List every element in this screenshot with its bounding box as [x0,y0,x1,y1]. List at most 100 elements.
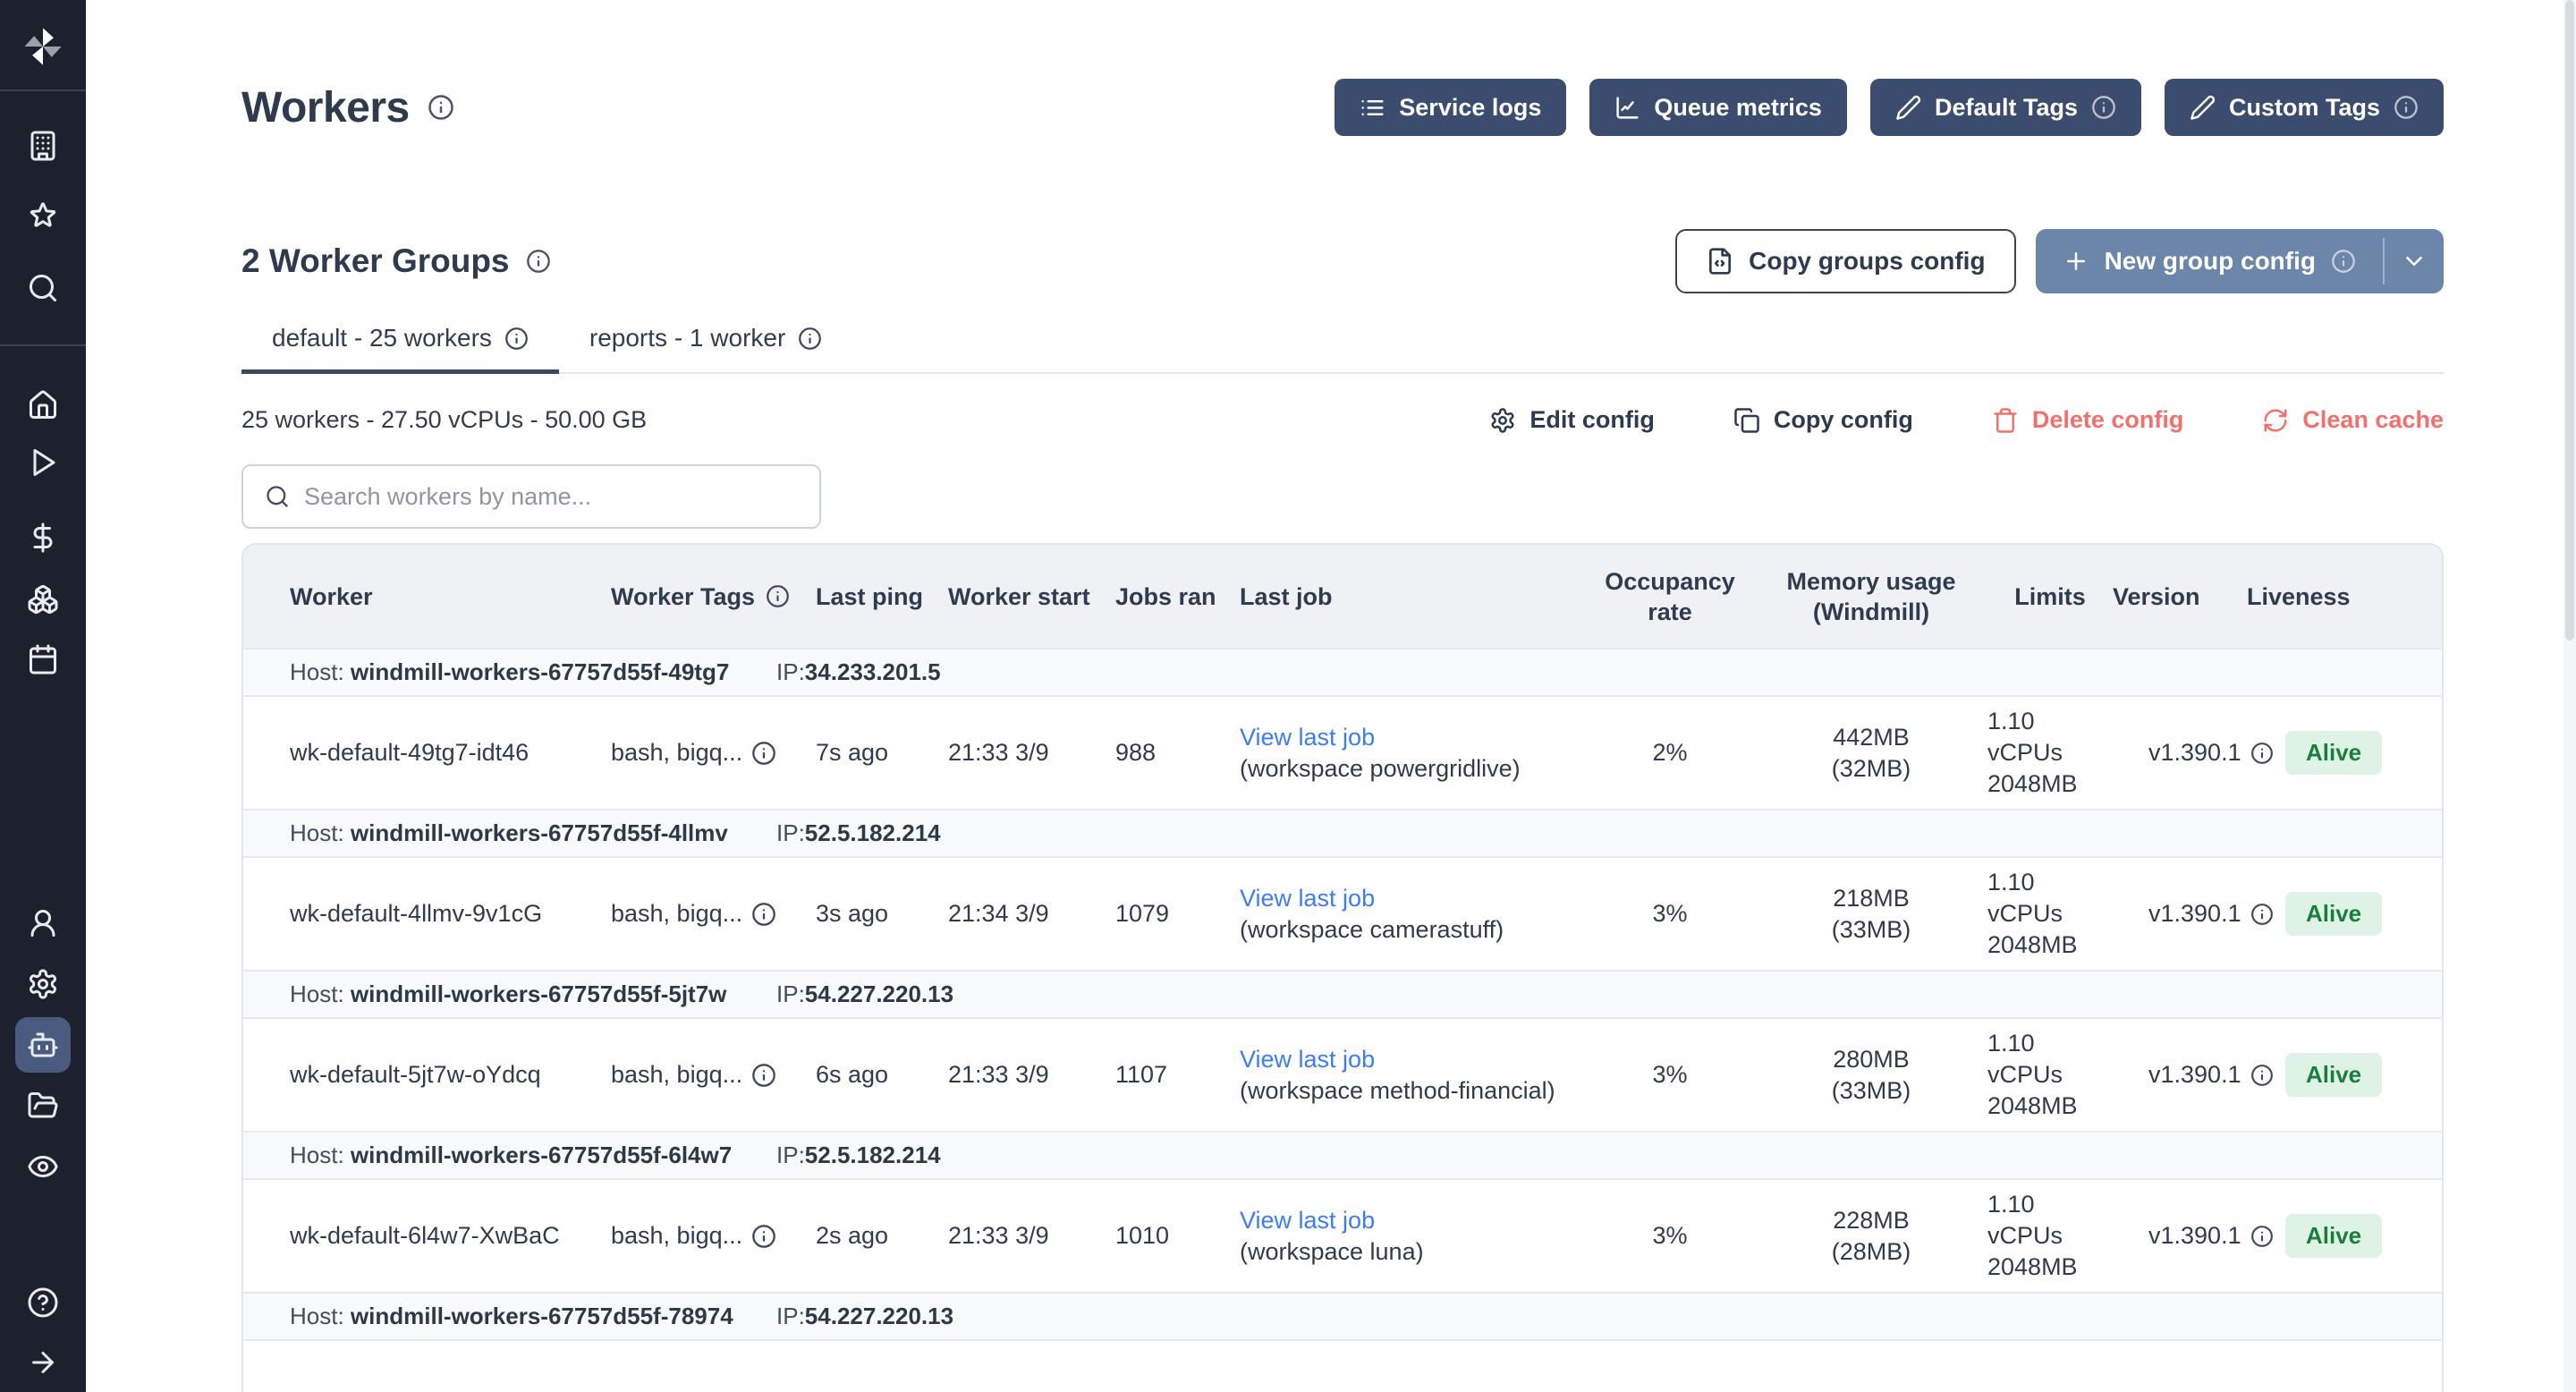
version: v1.390.1 [2113,900,2247,928]
tab-default-workers[interactable]: default - 25 workers [242,324,559,372]
sidebar-item-calendar[interactable] [27,643,59,675]
sidebar-item-robot[interactable] [15,1017,71,1073]
liveness: Alive [2247,1214,2442,1258]
sidebar-item-help[interactable] [27,1286,59,1319]
custom-tags-button[interactable]: Custom Tags [2165,79,2444,136]
worker-search[interactable] [242,464,821,529]
sidebar-item-boxes[interactable] [27,583,59,615]
view-last-job-link[interactable]: View last job [1240,883,1504,914]
last-job: View last job (workspace luna) [1240,1205,1585,1268]
sidebar [0,0,86,1392]
sidebar-item-gear[interactable] [27,968,59,1000]
worker-row: wk-default-5jt7w-oYdcq bash, bigq... 6s … [243,1017,2442,1131]
host-row: Host: windmill-workers-67757d55f-6l4w7 I… [243,1131,2442,1178]
delete-config-button[interactable]: Delete config [1992,406,2184,434]
trash-icon [1992,407,2019,434]
user-icon [27,907,59,939]
col-version: Version [2113,581,2247,612]
sidebar-item-arrow-right[interactable] [27,1346,59,1379]
sidebar-item-folder[interactable] [27,1090,59,1122]
worker-groups-title: 2 Worker Groups [242,242,510,280]
occupancy-rate: 3% [1585,1061,1755,1089]
tab-label: reports - 1 worker [589,324,785,352]
worker-row: wk-default-6l4w7-XwBaC bash, bigq... 2s … [243,1178,2442,1292]
last-ping: 7s ago [816,739,948,767]
new-group-config-info-icon [2331,249,2356,274]
view-last-job-link[interactable]: View last job [1240,722,1521,753]
sidebar-item-user[interactable] [27,907,59,939]
copy-groups-config-button[interactable]: Copy groups config [1675,229,2015,293]
sidebar-item-home[interactable] [27,389,59,421]
header-buttons: Service logs Queue metrics Default Tags Cus… [1335,79,2444,136]
worker-row: wk-default-4llmv-9v1cG bash, bigq... 3s … [243,856,2442,970]
new-group-config-button[interactable]: New group config [2036,229,2444,293]
worker-groups-info-icon[interactable] [526,249,551,274]
last-job: View last job (workspace method-financia… [1240,1044,1585,1107]
sidebar-item-eye[interactable] [27,1150,59,1183]
last-ping: 3s ago [816,900,948,928]
sidebar-item-play[interactable] [27,446,59,479]
host-row: Host: windmill-workers-67757d55f-4llmv I… [243,809,2442,856]
plus-icon [2063,248,2089,275]
new-group-config-dropdown[interactable] [2385,229,2444,293]
sidebar-divider [0,89,86,91]
host-row: Host: windmill-workers-67757d55f-78974 I… [243,1292,2442,1339]
view-last-job-link[interactable]: View last job [1240,1205,1424,1236]
queue-metrics-button[interactable]: Queue metrics [1589,79,1847,136]
robot-icon [27,1029,59,1061]
config-bar: 25 workers - 27.50 vCPUs - 50.00 GB Edit… [242,406,2444,434]
worker-tags: bash, bigq... [611,1061,816,1089]
host-name: Host: windmill-workers-67757d55f-78974 [290,1303,776,1330]
service-logs-button[interactable]: Service logs [1335,79,1566,136]
host-name: Host: windmill-workers-67757d55f-4llmv [290,819,776,847]
workers-info-icon[interactable] [428,94,454,121]
help-icon [27,1286,59,1319]
tags-info-icon[interactable] [751,902,776,927]
tab-reports-worker[interactable]: reports - 1 worker [559,324,852,372]
sidebar-item-star[interactable] [27,200,59,233]
last-job: View last job (workspace camerastuff) [1240,883,1585,946]
sidebar-item-search[interactable] [27,272,59,304]
sidebar-item-dollar[interactable] [27,522,59,554]
limits: 1.10 vCPUs 2048MB [1987,1028,2113,1122]
last-job: View last job (workspace powergridlive) [1240,722,1585,785]
worker-name: wk-default-5jt7w-oYdcq [243,1061,611,1089]
worker-start: 21:34 3/9 [948,900,1115,928]
group-summary: 25 workers - 27.50 vCPUs - 50.00 GB [242,406,647,434]
tab-info-icon [798,327,822,351]
info-icon [2394,95,2419,120]
col-occupancy-rate: Occupancy rate [1585,566,1755,627]
occupancy-rate: 3% [1585,1222,1755,1250]
worker-name: wk-default-4llmv-9v1cG [243,900,611,928]
occupancy-rate: 2% [1585,739,1755,767]
memory-usage: 218MB (33MB) [1755,883,1987,946]
home-icon [27,389,59,421]
alive-badge: Alive [2285,892,2382,936]
tags-info-icon[interactable] [751,1224,776,1249]
jobs-ran: 1010 [1115,1222,1240,1250]
tags-info-icon[interactable] [751,1063,776,1088]
windmill-logo[interactable] [20,23,66,70]
liveness: Alive [2247,892,2442,936]
version: v1.390.1 [2113,1222,2247,1250]
default-tags-button[interactable]: Default Tags [1870,79,2141,136]
worker-tags-info-icon[interactable] [766,584,790,608]
action-label: Edit config [1530,406,1654,434]
scrollbar-thumb[interactable] [2565,0,2574,641]
eye-icon [27,1150,59,1183]
list-icon [1360,95,1385,121]
page-scrollbar[interactable] [2563,0,2576,1392]
jobs-ran: 1079 [1115,900,1240,928]
button-label: Queue metrics [1654,94,1822,122]
edit-config-button[interactable]: Edit config [1489,406,1654,434]
view-last-job-link[interactable]: View last job [1240,1044,1555,1075]
sidebar-item-building[interactable] [27,130,59,162]
search-icon [27,272,59,304]
clean-cache-button[interactable]: Clean cache [2262,406,2444,434]
copy-config-button[interactable]: Copy config [1733,406,1913,434]
host-name: Host: windmill-workers-67757d55f-6l4w7 [290,1142,776,1169]
memory-usage: 228MB (28MB) [1755,1205,1987,1268]
jobs-ran: 988 [1115,739,1240,767]
search-input[interactable] [304,483,819,511]
tags-info-icon[interactable] [751,741,776,766]
